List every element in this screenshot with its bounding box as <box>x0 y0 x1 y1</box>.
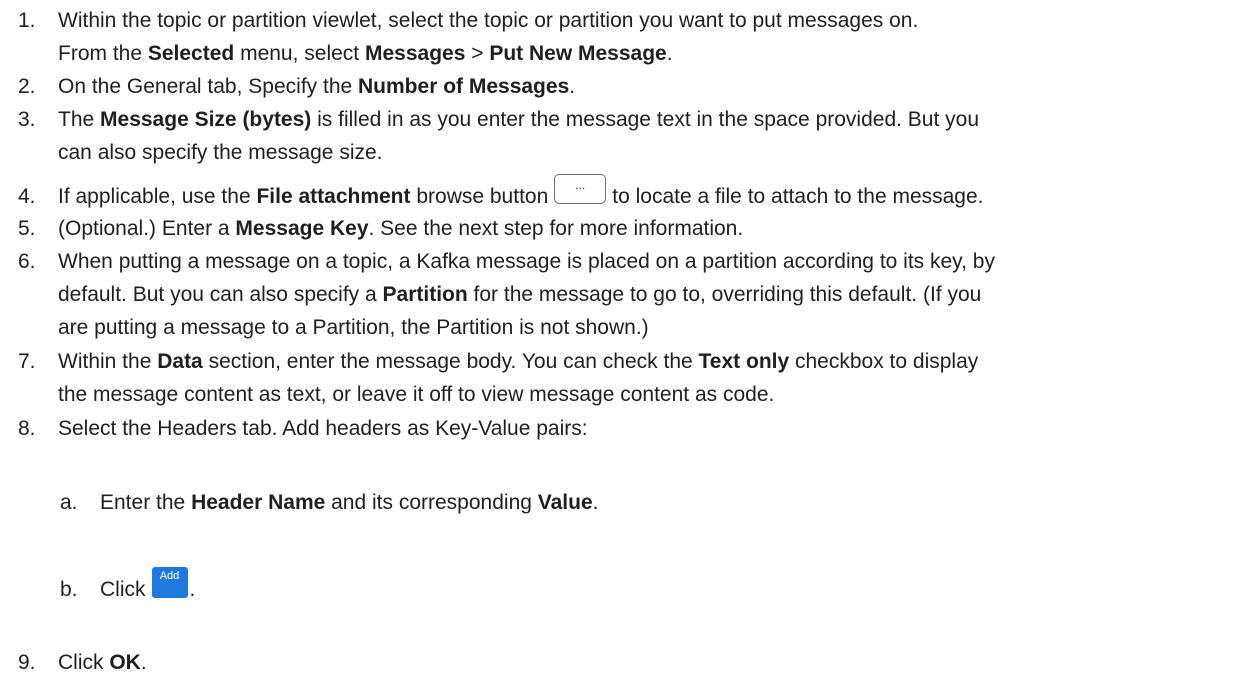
step-number: a. <box>60 491 78 514</box>
step-text: When putting a message on a topic, a Kaf… <box>58 245 995 344</box>
browse-button-icon: ... <box>554 174 607 205</box>
step-line: ClickAdd. <box>100 567 195 606</box>
step-number: 8. <box>18 417 36 440</box>
step-text: Click OK. <box>58 646 147 679</box>
step-text: Within the topic or partition viewlet, s… <box>58 4 918 70</box>
step-line: The Message Size (bytes) is filled in as… <box>58 108 980 131</box>
step-number: b. <box>60 578 78 601</box>
step-text: Within the Data section, enter the messa… <box>58 345 978 411</box>
instruction-document: 1. Within the topic or partition viewlet… <box>0 0 1260 695</box>
step-number: 5. <box>18 217 36 240</box>
step-number: 1. <box>18 9 36 32</box>
step-text: Enter the Header Name and its correspond… <box>100 486 598 519</box>
step-line: Within the topic or partition viewlet, s… <box>58 9 919 32</box>
step-line: Select the Headers tab. Add headers as K… <box>58 417 588 440</box>
step-text: Select the Headers tab. Add headers as K… <box>58 412 588 445</box>
step-line: are putting a message to a Partition, th… <box>58 316 649 339</box>
step-text: (Optional.) Enter a Message Key. See the… <box>58 212 743 245</box>
step-number: 9. <box>18 651 36 674</box>
step-text: ClickAdd. <box>100 567 195 606</box>
step-line: (Optional.) Enter a Message Key. See the… <box>58 217 744 240</box>
step-number: 4. <box>18 185 36 208</box>
step-text: If applicable, use the File attachment b… <box>58 174 984 213</box>
step-number: 7. <box>18 350 36 373</box>
step-text: The Message Size (bytes) is filled in as… <box>58 103 979 169</box>
step-line: Enter the Header Name and its correspond… <box>100 491 599 514</box>
step-line: If applicable, use the File attachment b… <box>58 174 984 213</box>
step-line: Within the Data section, enter the messa… <box>58 350 979 373</box>
step-line: When putting a message on a topic, a Kaf… <box>58 250 995 273</box>
step-line: From the Selected menu, select Messages … <box>58 42 673 65</box>
step-line: Click OK. <box>58 651 147 674</box>
add-button-icon: Add <box>151 567 188 598</box>
step-number: 6. <box>18 250 36 273</box>
step-line: the message content as text, or leave it… <box>58 383 775 406</box>
step-number: 3. <box>18 108 36 131</box>
step-number: 2. <box>18 75 36 98</box>
step-text: On the General tab, Specify the Number o… <box>58 70 575 103</box>
step-line: default. But you can also specify a Part… <box>58 283 982 306</box>
step-line: can also specify the message size. <box>58 141 383 164</box>
step-line: On the General tab, Specify the Number o… <box>58 75 576 98</box>
